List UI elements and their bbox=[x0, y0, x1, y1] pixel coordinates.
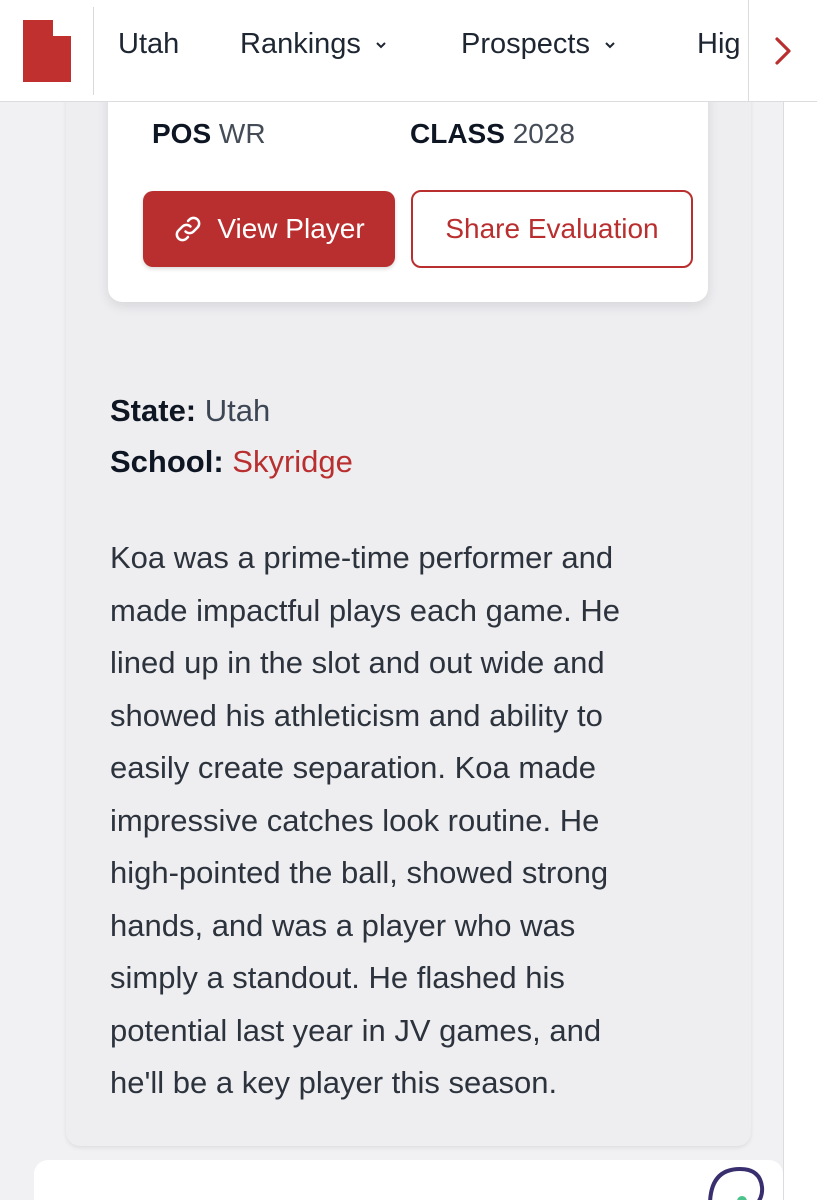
right-gutter bbox=[783, 102, 817, 1200]
state-value: Utah bbox=[204, 393, 271, 428]
share-evaluation-label: Share Evaluation bbox=[445, 213, 659, 244]
position-label: POS bbox=[152, 118, 212, 149]
school-label: School: bbox=[110, 444, 224, 479]
link-icon bbox=[175, 216, 201, 242]
nav-item-label: Prospects bbox=[461, 28, 590, 60]
nav-item-hig[interactable]: Hig bbox=[697, 28, 741, 61]
nav-item-label: Utah bbox=[118, 28, 180, 60]
evaluation-line: high-pointed the ball, showed strong bbox=[110, 855, 609, 890]
site-logo[interactable] bbox=[0, 6, 94, 95]
evaluation-line: he'll be a key player this season. bbox=[110, 1065, 558, 1100]
chevron-right-icon bbox=[775, 36, 791, 65]
evaluation-line: lined up in the slot and out wide and bbox=[110, 645, 605, 680]
next-section-card bbox=[34, 1160, 783, 1200]
nav-item-prospects[interactable]: Prospects bbox=[461, 28, 616, 61]
evaluation-text: Koa was a prime-time performer and made … bbox=[110, 532, 710, 1110]
school-row: School: Skyridge bbox=[110, 444, 353, 480]
class-value: 2028 bbox=[512, 118, 575, 149]
chat-widget-icon[interactable] bbox=[706, 1165, 766, 1200]
state-label: State: bbox=[110, 393, 197, 428]
view-player-label: View Player bbox=[217, 213, 365, 244]
view-player-button[interactable]: View Player bbox=[143, 191, 395, 267]
nav-item-rankings[interactable]: Rankings bbox=[240, 28, 387, 61]
utah-state-icon bbox=[22, 19, 71, 82]
evaluation-line: Koa was a prime-time performer and bbox=[110, 540, 614, 575]
evaluation-line: impressive catches look routine. He bbox=[110, 802, 600, 838]
evaluation-line: showed his athleticism and ability to bbox=[110, 697, 603, 733]
nav-item-utah[interactable]: Utah bbox=[118, 28, 179, 61]
evaluation-line: simply a standout. He flashed his bbox=[110, 960, 565, 995]
nav-item-label: Hig bbox=[697, 28, 741, 60]
share-evaluation-button[interactable]: Share Evaluation bbox=[411, 190, 693, 268]
chevron-down-icon bbox=[605, 41, 615, 48]
evaluation-line: hands, and was a player who was bbox=[110, 907, 576, 943]
position-value: WR bbox=[218, 118, 266, 149]
nav-scroll-right-button[interactable] bbox=[748, 0, 817, 101]
class-label: CLASS bbox=[410, 118, 505, 149]
chevron-down-icon bbox=[376, 41, 386, 48]
state-row: State: Utah bbox=[110, 393, 270, 429]
top-navigation: Utah Rankings Prospects Hig bbox=[0, 0, 817, 102]
evaluation-line: potential last year in JV games, and bbox=[110, 1012, 602, 1048]
class-stat: CLASS 2028 bbox=[410, 118, 575, 150]
page: POS WR CLASS 2028 View Player Share Eval… bbox=[0, 0, 817, 1200]
evaluation-line: easily create separation. Koa made bbox=[110, 750, 596, 785]
nav-item-label: Rankings bbox=[240, 28, 361, 60]
left-gutter bbox=[0, 102, 34, 1200]
evaluation-line: made impactful plays each game. He bbox=[110, 592, 621, 628]
school-link[interactable]: Skyridge bbox=[232, 444, 353, 479]
position-stat: POS WR bbox=[152, 118, 266, 150]
